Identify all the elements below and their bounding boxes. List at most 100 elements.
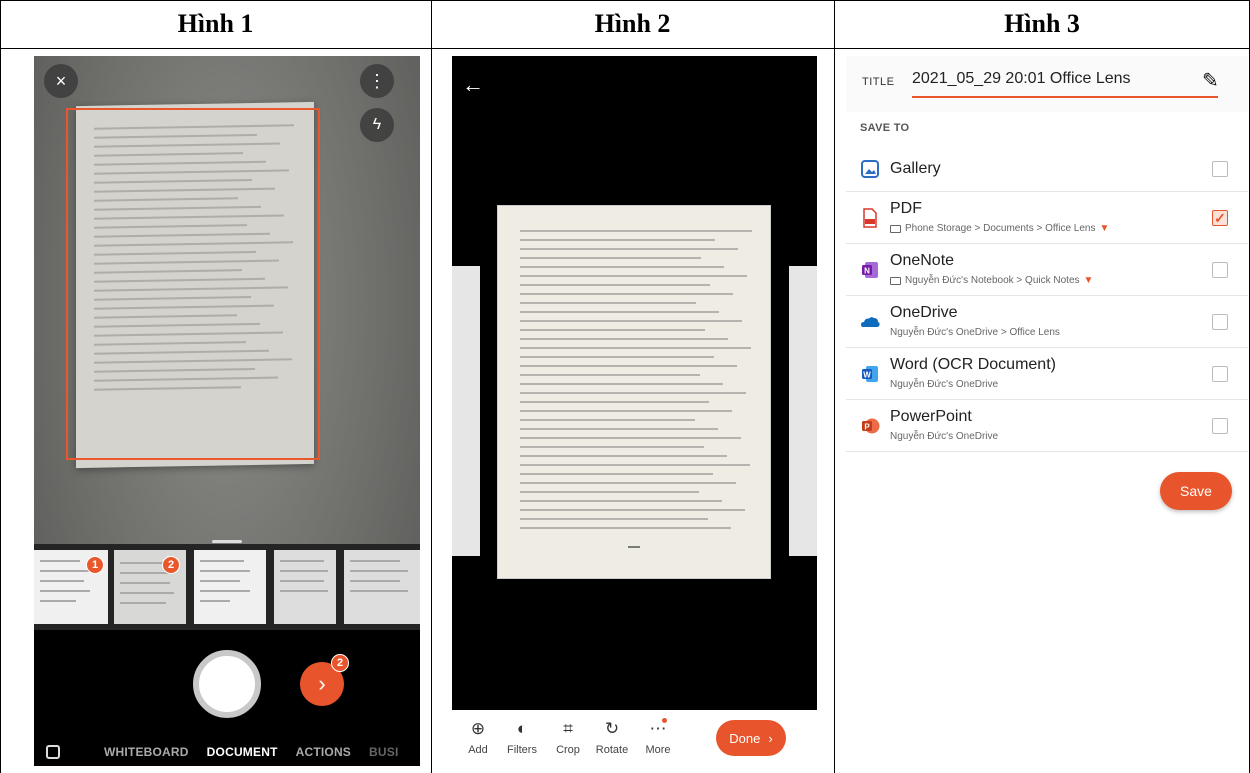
text-line xyxy=(520,509,745,511)
add-image-icon: ⊕ xyxy=(470,719,486,738)
checkbox-onenote[interactable] xyxy=(1212,262,1228,278)
mode-business[interactable]: BUSI xyxy=(369,745,398,759)
text-line xyxy=(520,437,741,439)
word-icon: W xyxy=(862,366,878,382)
checkbox-gallery[interactable] xyxy=(1212,161,1228,177)
text-line xyxy=(520,491,699,493)
text-line xyxy=(520,410,732,412)
done-button[interactable]: Done › xyxy=(716,720,786,756)
checkbox-powerpoint[interactable] xyxy=(1212,418,1228,434)
title-row: TITLE 2021_05_29 20:01 Office Lens ✎ xyxy=(846,56,1248,112)
chevron-down-icon: ▼ xyxy=(1099,223,1110,234)
shutter-button[interactable] xyxy=(193,650,261,718)
thumbnail-badge: 1 xyxy=(86,556,104,574)
edit-pencil-icon[interactable]: ✎ xyxy=(1202,68,1219,93)
thumbnail-5[interactable] xyxy=(344,550,420,624)
thumbnail-3[interactable] xyxy=(194,550,266,624)
mode-selector: WHITEBOARD DOCUMENT ACTIONS BUSI xyxy=(34,740,420,764)
option-name: PowerPoint xyxy=(890,408,972,425)
onedrive-icon xyxy=(861,317,880,327)
header-figure-2: Hình 2 xyxy=(594,9,671,38)
text-line xyxy=(520,248,738,250)
close-icon[interactable]: × xyxy=(44,64,78,98)
text-line xyxy=(520,527,731,529)
text-line xyxy=(520,329,705,331)
rotate-tool[interactable]: ↻ Rotate xyxy=(592,716,632,756)
previous-page-peek[interactable] xyxy=(452,266,480,556)
text-line xyxy=(520,266,724,268)
text-line xyxy=(520,428,718,430)
filters-label: Filters xyxy=(507,744,537,756)
save-option-word[interactable]: W Word (OCR Document) Nguyễn Đức's OneDr… xyxy=(846,348,1248,400)
crop-icon: ⌗ xyxy=(563,719,573,738)
chevron-right-icon: › xyxy=(318,671,326,696)
table-border xyxy=(431,0,432,773)
text-line xyxy=(520,383,723,385)
mode-whiteboard[interactable]: WHITEBOARD xyxy=(104,745,189,759)
next-page-peek[interactable] xyxy=(789,266,817,556)
flash-off-icon[interactable]: ϟ xyxy=(360,108,394,142)
save-option-onedrive[interactable]: OneDrive Nguyễn Đức's OneDrive > Office … xyxy=(846,296,1248,348)
back-arrow-icon[interactable]: ← xyxy=(462,72,484,98)
option-path: Nguyễn Đức's OneDrive xyxy=(890,431,998,442)
option-path-text: Nguyễn Đức's OneDrive xyxy=(890,431,999,442)
rotate-label: Rotate xyxy=(595,744,629,756)
text-line xyxy=(520,482,736,484)
more-icon: ⋯ xyxy=(649,719,667,738)
text-line xyxy=(520,239,715,241)
thumbnail-1[interactable]: 1 xyxy=(34,550,108,624)
header-figure-1: Hình 1 xyxy=(177,9,254,38)
scanned-page xyxy=(498,206,770,578)
save-button[interactable]: Save xyxy=(1160,472,1232,510)
chevron-right-icon: › xyxy=(768,730,773,746)
checkbox-word[interactable] xyxy=(1212,366,1228,382)
table-border xyxy=(834,0,835,773)
text-line xyxy=(520,419,695,421)
option-name: Gallery xyxy=(890,160,941,177)
text-line xyxy=(520,347,751,349)
checkbox-onedrive[interactable] xyxy=(1212,314,1228,330)
detection-frame xyxy=(66,108,320,460)
rotate-icon: ↻ xyxy=(604,719,620,738)
text-line xyxy=(520,455,727,457)
mode-document[interactable]: DOCUMENT xyxy=(207,745,278,759)
notification-dot xyxy=(662,718,667,723)
drawer-handle[interactable] xyxy=(212,540,242,543)
option-name: PDF xyxy=(890,200,922,217)
title-input[interactable]: 2021_05_29 20:01 Office Lens xyxy=(912,70,1131,88)
header-figure-3: Hình 3 xyxy=(1004,9,1080,38)
save-to-label: SAVE TO xyxy=(860,122,910,134)
option-name: Word (OCR Document) xyxy=(890,356,1056,373)
title-underline xyxy=(912,96,1218,98)
option-path[interactable]: Nguyễn Đức's Notebook > Quick Notes ▼ xyxy=(890,275,1093,286)
crop-tool[interactable]: ⌗ Crop xyxy=(548,716,588,756)
thumbnail-2[interactable]: 2 xyxy=(114,550,186,624)
save-option-gallery[interactable]: Gallery xyxy=(846,146,1248,192)
text-line xyxy=(520,356,714,358)
folder-icon xyxy=(890,224,901,233)
text-line xyxy=(520,230,752,232)
more-options-icon[interactable]: ⋮ xyxy=(360,64,394,98)
option-path-text: Nguyễn Đức's OneDrive xyxy=(890,379,999,390)
more-tool[interactable]: ⋯ More xyxy=(638,716,678,756)
text-line xyxy=(520,320,742,322)
text-line xyxy=(520,473,713,475)
option-path: Nguyễn Đức's OneDrive xyxy=(890,379,998,390)
text-line xyxy=(520,311,719,313)
thumbnail-4[interactable] xyxy=(274,550,336,624)
text-line xyxy=(520,500,722,502)
text-line xyxy=(520,302,696,304)
checkbox-pdf[interactable]: ✓ xyxy=(1212,210,1228,226)
option-path-text: Nguyễn Đức's Notebook > Quick Notes xyxy=(905,275,1080,286)
option-path[interactable]: Phone Storage > Documents > Office Lens … xyxy=(890,223,1109,234)
gallery-icon[interactable] xyxy=(46,745,60,759)
save-option-pdf[interactable]: PDF Phone Storage > Documents > Office L… xyxy=(846,192,1248,244)
filters-tool[interactable]: ◐ Filters xyxy=(502,716,542,756)
option-path-text: Nguyễn Đức's OneDrive > Office Lens xyxy=(890,327,1060,338)
mode-actions[interactable]: ACTIONS xyxy=(296,745,351,759)
save-option-onenote[interactable]: N OneNote Nguyễn Đức's Notebook > Quick … xyxy=(846,244,1248,296)
save-option-powerpoint[interactable]: P PowerPoint Nguyễn Đức's OneDrive xyxy=(846,400,1248,452)
title-label: TITLE xyxy=(862,76,895,88)
camera-bar: › 2 WHITEBOARD DOCUMENT ACTIONS BUSI xyxy=(34,630,420,766)
add-tool[interactable]: ⊕ Add xyxy=(458,716,498,756)
